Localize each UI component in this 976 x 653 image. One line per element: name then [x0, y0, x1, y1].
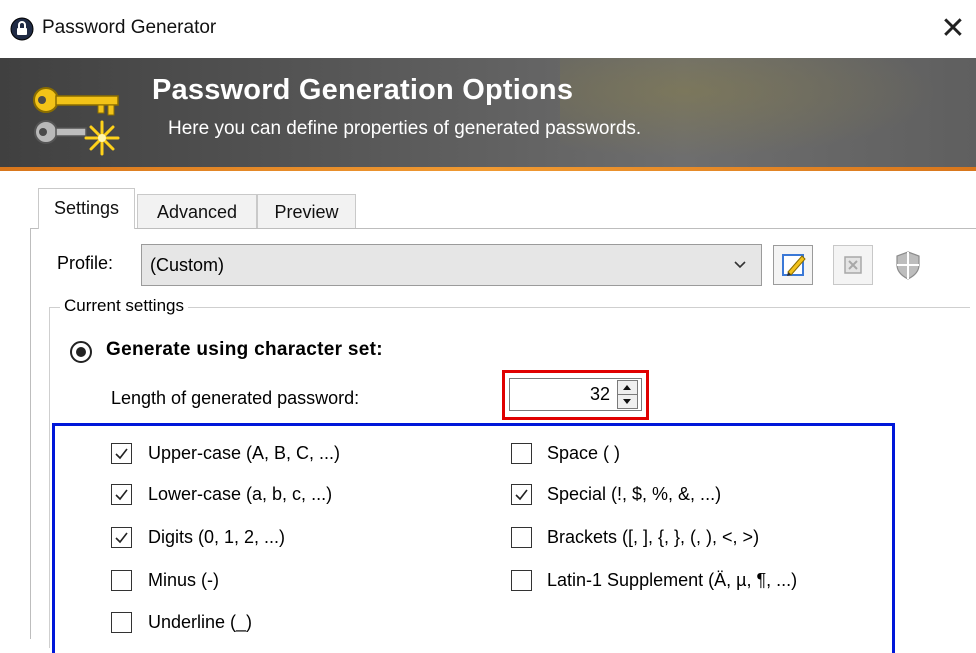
brackets-checkbox[interactable]	[511, 527, 532, 548]
tab-settings[interactable]: Settings	[38, 188, 135, 229]
uppercase-checkbox[interactable]	[111, 443, 132, 464]
close-icon: ✕	[940, 12, 966, 45]
latin1-label[interactable]: Latin-1 Supplement (Ä, µ, ¶, ...)	[547, 570, 797, 591]
length-label: Length of generated password:	[111, 388, 360, 408]
banner-title: Password Generation Options	[152, 74, 574, 106]
lock-icon	[10, 17, 34, 41]
chevron-down-icon	[733, 245, 747, 301]
profile-select[interactable]: (Custom)	[141, 244, 762, 286]
delete-profile-button[interactable]	[833, 245, 873, 285]
tab-advanced[interactable]: Advanced	[137, 194, 257, 228]
minus-checkbox[interactable]	[111, 570, 132, 591]
underline-label[interactable]: Underline (_)	[148, 612, 252, 633]
edit-icon	[774, 254, 812, 288]
special-label[interactable]: Special (!, $, %, &, ...)	[547, 484, 721, 505]
special-checkbox[interactable]	[511, 484, 532, 505]
arrow-down-icon	[623, 399, 631, 404]
window-title: Password Generator	[42, 17, 217, 38]
delete-icon	[834, 256, 872, 288]
minus-label[interactable]: Minus (-)	[148, 570, 219, 591]
banner-subtitle: Here you can define properties of genera…	[168, 118, 642, 139]
charset-mode-radio[interactable]	[70, 341, 92, 363]
lowercase-checkbox[interactable]	[111, 484, 132, 505]
security-button[interactable]	[888, 245, 928, 285]
digits-checkbox[interactable]	[111, 527, 132, 548]
uppercase-label[interactable]: Upper-case (A, B, C, ...)	[148, 443, 340, 464]
space-checkbox[interactable]	[511, 443, 532, 464]
keys-icon	[28, 78, 128, 158]
digits-label[interactable]: Digits (0, 1, 2, ...)	[148, 527, 285, 548]
edit-profile-button[interactable]	[773, 245, 813, 285]
tab-panel-border	[30, 228, 31, 639]
shield-icon	[889, 251, 927, 288]
profile-value: (Custom)	[150, 255, 225, 275]
lowercase-label[interactable]: Lower-case (a, b, c, ...)	[148, 484, 332, 505]
brackets-label[interactable]: Brackets ([, ], {, }, (, ), <, >)	[547, 527, 759, 548]
banner-divider	[0, 167, 976, 171]
profile-label: Profile:	[57, 253, 114, 273]
charset-mode-label[interactable]: Generate using character set:	[106, 339, 383, 361]
underline-checkbox[interactable]	[111, 612, 132, 633]
arrow-up-icon	[623, 385, 631, 390]
close-button[interactable]: ✕	[936, 12, 970, 46]
length-spinner[interactable]	[617, 380, 638, 409]
latin1-checkbox[interactable]	[511, 570, 532, 591]
space-label[interactable]: Space ( )	[547, 443, 620, 464]
tab-preview[interactable]: Preview	[257, 194, 356, 228]
current-settings-label: Current settings	[60, 296, 188, 316]
